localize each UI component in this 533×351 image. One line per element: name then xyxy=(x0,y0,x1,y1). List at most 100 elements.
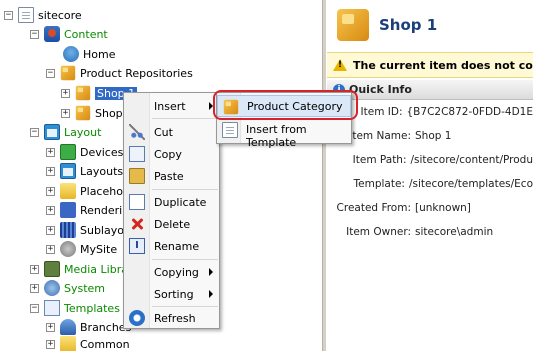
expand-icon[interactable]: + xyxy=(46,225,55,235)
scissors-icon xyxy=(129,124,145,140)
field-item-owner: Item Owner: sitecore\admin xyxy=(327,220,533,244)
templates-icon xyxy=(44,300,60,316)
menu-item-refresh[interactable]: Refresh xyxy=(124,308,219,328)
folder-icon xyxy=(60,336,76,351)
menu-item-copy[interactable]: Copy xyxy=(124,144,219,164)
tree-node-layout[interactable]: − Layout xyxy=(30,123,101,141)
field-label: Item Owner: xyxy=(346,226,411,238)
menu-separator xyxy=(152,259,218,260)
expand-icon[interactable]: + xyxy=(61,108,70,118)
expand-icon[interactable]: + xyxy=(46,339,55,349)
tree-node-branches[interactable]: + Branches xyxy=(46,318,131,336)
tree-node-common[interactable]: + Common xyxy=(46,335,130,351)
menu-item-delete[interactable]: Delete xyxy=(124,214,219,234)
collapse-icon[interactable]: − xyxy=(46,68,55,78)
quick-info-fields: Item ID: {B7C2C872-0FDD-4D1E Item Name: … xyxy=(327,100,533,244)
box-icon xyxy=(337,9,369,41)
layout-icon xyxy=(44,124,60,140)
field-value: /sitecore/templates/Eco xyxy=(408,178,533,190)
home-icon xyxy=(63,46,79,62)
menu-item-duplicate[interactable]: Duplicate xyxy=(124,192,219,212)
menu-item-paste[interactable]: Paste xyxy=(124,166,219,186)
menu-label: Copying xyxy=(154,265,199,279)
menu-separator xyxy=(152,306,218,307)
menu-item-copying[interactable]: Copying xyxy=(124,262,219,282)
tree-node-sitecore[interactable]: − sitecore xyxy=(4,6,82,24)
tree-node-system[interactable]: + System xyxy=(30,279,105,297)
quick-info-label: Quick Info xyxy=(349,83,412,96)
menu-item-rename[interactable]: I Rename xyxy=(124,236,219,256)
field-value: /sitecore/content/Produ xyxy=(410,154,533,166)
tree-label: sitecore xyxy=(38,8,82,22)
expand-icon[interactable]: + xyxy=(30,264,39,274)
tree-label: Shop xyxy=(95,106,123,120)
paste-icon xyxy=(129,168,145,184)
tree-node-sublayouts[interactable]: + Sublayou xyxy=(46,221,131,239)
field-value: {B7C2C872-0FDD-4D1E xyxy=(406,106,533,118)
expand-icon[interactable]: + xyxy=(46,166,55,176)
box-icon xyxy=(60,65,76,81)
field-item-path: Item Path: /sitecore/content/Produ xyxy=(327,148,533,172)
collapse-icon[interactable]: − xyxy=(30,127,39,137)
item-header: Shop 1 xyxy=(327,0,533,50)
menu-separator xyxy=(152,118,218,119)
tree-node-content[interactable]: − Content xyxy=(30,25,108,43)
tree-node-home[interactable]: Home xyxy=(63,45,115,63)
media-icon xyxy=(44,261,60,277)
menu-item-cut[interactable]: Cut xyxy=(124,122,219,142)
warning-bar: The current item does not conta xyxy=(327,52,533,78)
menu-item-insert[interactable]: Insert xyxy=(124,96,219,116)
expand-icon[interactable]: + xyxy=(30,283,39,293)
field-label: Item Path: xyxy=(352,154,407,166)
tree-node-product-repositories[interactable]: − Product Repositories xyxy=(46,64,193,82)
context-menu: Insert Cut Copy Paste Duplicate Delete I… xyxy=(123,92,220,329)
collapse-icon[interactable]: − xyxy=(4,10,13,20)
copy-icon xyxy=(129,146,145,162)
tree-node-placeholders[interactable]: + Placehold xyxy=(46,182,133,200)
tree-node-layouts[interactable]: + Layouts xyxy=(46,162,123,180)
page-title: Shop 1 xyxy=(379,16,438,34)
field-value: sitecore\admin xyxy=(415,226,494,238)
box-icon xyxy=(75,85,91,101)
devices-icon xyxy=(60,144,76,160)
menu-item-sorting[interactable]: Sorting xyxy=(124,284,219,304)
field-label: Created From: xyxy=(336,202,411,214)
tree-label: MySite xyxy=(80,242,118,256)
collapse-icon[interactable]: − xyxy=(30,29,39,39)
field-created-from: Created From: [unknown] xyxy=(327,196,533,220)
refresh-icon xyxy=(129,310,145,326)
tree-node-devices[interactable]: + Devices xyxy=(46,143,123,161)
tree-label: Common xyxy=(80,337,130,351)
tree-label: Home xyxy=(83,47,116,61)
tree-node-shop[interactable]: + Shop xyxy=(61,104,123,122)
delete-x-icon xyxy=(129,216,145,232)
tree-label: Devices xyxy=(80,145,124,159)
expand-icon[interactable]: + xyxy=(46,186,55,196)
warning-text: The current item does not conta xyxy=(353,58,533,72)
tree-node-templates[interactable]: − Templates xyxy=(30,299,120,317)
expand-icon[interactable]: + xyxy=(46,205,55,215)
expand-icon[interactable]: + xyxy=(46,147,55,157)
menu-label: Rename xyxy=(154,239,200,253)
tree-node-mysite[interactable]: + MySite xyxy=(46,240,117,258)
field-label: Template: xyxy=(353,178,405,190)
sublayouts-icon xyxy=(60,222,76,238)
field-item-name: Item Name: Shop 1 xyxy=(327,124,533,148)
submenu-item-insert-from-template[interactable]: Insert from Template xyxy=(217,119,351,149)
collapse-icon[interactable]: − xyxy=(30,303,39,313)
warning-icon xyxy=(333,59,347,71)
expand-icon[interactable]: + xyxy=(46,244,55,254)
tree-label: Layouts xyxy=(80,164,124,178)
content-icon xyxy=(44,26,60,42)
duplicate-icon xyxy=(129,194,145,210)
document-icon xyxy=(18,7,34,23)
menu-label: Copy xyxy=(154,147,182,161)
menu-label: Insert xyxy=(154,99,186,113)
site-icon xyxy=(60,241,76,257)
expand-icon[interactable]: + xyxy=(46,322,55,332)
menu-label: Cut xyxy=(154,125,173,139)
menu-label: Insert from Template xyxy=(246,123,307,149)
field-template: Template: /sitecore/templates/Eco xyxy=(327,172,533,196)
expand-icon[interactable]: + xyxy=(61,88,70,98)
submenu-arrow-icon xyxy=(209,268,213,276)
